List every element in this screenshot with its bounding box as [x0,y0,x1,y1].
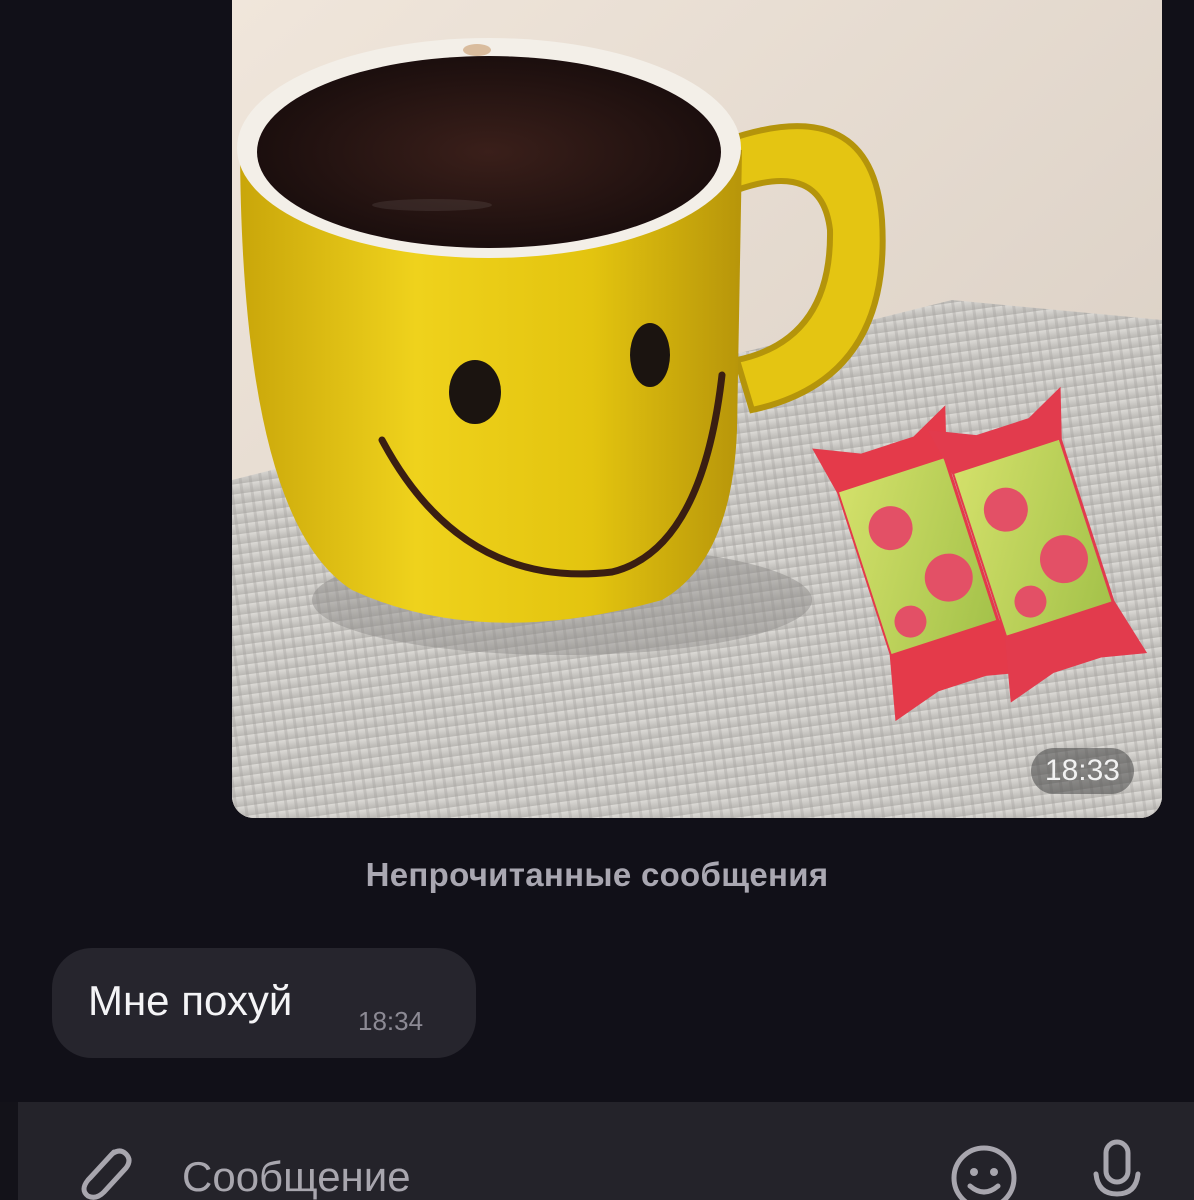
message-text: Мне похуй [88,977,293,1024]
photo-image[interactable] [232,0,1162,818]
incoming-message-bubble[interactable]: Мне похуй 18:34 [52,948,476,1058]
message-input[interactable]: Сообщение [182,1152,411,1200]
chat-screen: 18:33 Непрочитанные сообщения Мне похуй … [0,0,1194,1200]
message-list[interactable]: 18:33 Непрочитанные сообщения Мне похуй … [0,0,1194,1102]
smiley-icon[interactable] [948,1138,1020,1200]
microphone-icon[interactable] [1086,1138,1150,1200]
paperclip-icon[interactable] [70,1138,134,1200]
message-composer: Сообщение [18,1102,1194,1200]
unread-messages-divider: Непрочитанные сообщения [365,856,829,893]
photo-message[interactable]: 18:33 [232,0,1162,818]
photo-timestamp: 18:33 [1030,748,1134,794]
message-timestamp: 18:34 [358,1006,424,1036]
